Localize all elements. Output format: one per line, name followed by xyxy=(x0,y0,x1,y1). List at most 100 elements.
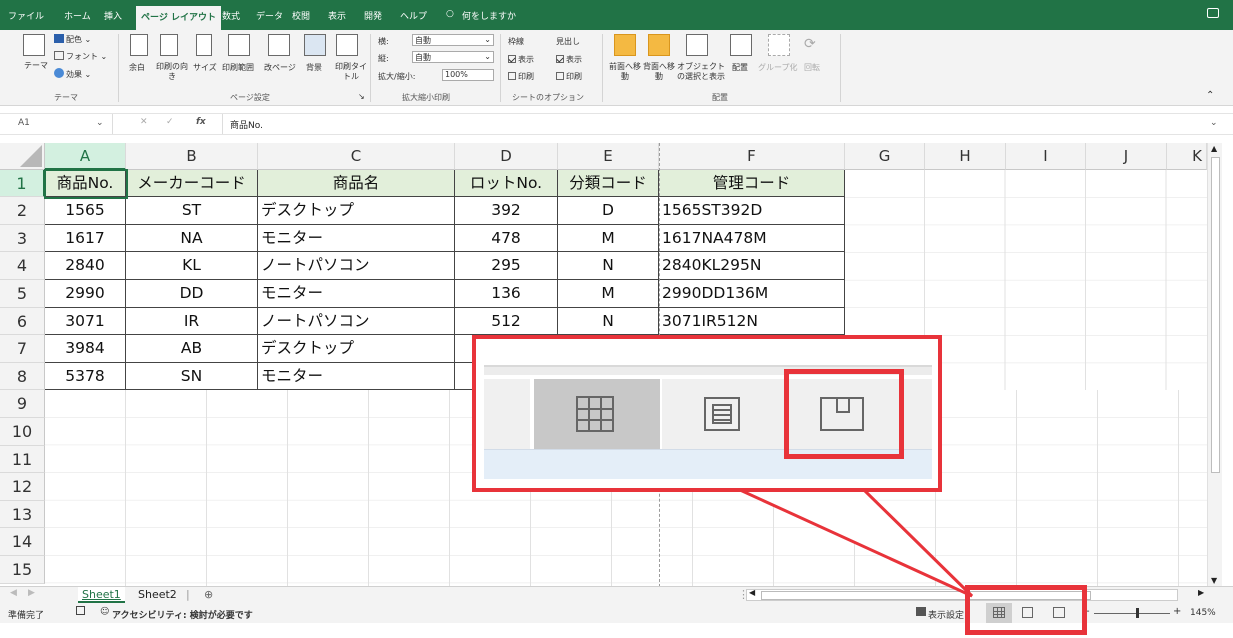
tab-help[interactable]: ヘルプ xyxy=(400,9,427,22)
column-header-i[interactable]: I xyxy=(1006,143,1086,170)
row-header[interactable]: 12 xyxy=(0,473,45,501)
table-cell[interactable]: 2990DD136M xyxy=(659,280,845,308)
dialog-launcher-icon[interactable]: ↘ xyxy=(358,92,365,101)
select-all-corner[interactable] xyxy=(0,143,45,170)
theme-icon[interactable] xyxy=(23,34,45,56)
scale-spinner[interactable]: 100% xyxy=(442,69,494,81)
row-header[interactable]: 10 xyxy=(0,418,45,446)
fonts-button[interactable]: フォント ⌄ xyxy=(54,51,107,62)
table-cell[interactable]: モニター xyxy=(258,363,455,390)
tab-home[interactable]: ホーム xyxy=(64,9,91,22)
table-cell[interactable]: デスクトップ xyxy=(258,197,455,225)
sheet-tab-sheet1[interactable]: Sheet1 xyxy=(78,587,125,603)
chevron-down-icon[interactable]: ⌄ xyxy=(96,118,104,128)
table-header-cell[interactable]: ロットNo. xyxy=(455,170,558,197)
selection-pane-icon[interactable] xyxy=(686,34,708,56)
scroll-up-icon[interactable]: ▲ xyxy=(1211,144,1217,153)
margins-button[interactable]: 余白 xyxy=(129,62,145,73)
height-select[interactable]: 自動 ⌄ xyxy=(412,51,494,63)
row-header[interactable]: 2 xyxy=(0,197,45,225)
zoom-slider-track[interactable] xyxy=(1094,613,1170,614)
column-header-e[interactable]: E xyxy=(558,143,659,170)
formula-input[interactable]: 商品No. xyxy=(230,118,263,131)
row-header[interactable]: 14 xyxy=(0,528,45,556)
row-header[interactable]: 4 xyxy=(0,252,45,280)
table-cell[interactable]: ノートパソコン xyxy=(258,308,455,335)
tab-page-layout[interactable]: ページ レイアウト xyxy=(136,6,221,30)
breaks-button[interactable]: 改ページ xyxy=(264,62,296,73)
margins-icon[interactable] xyxy=(130,34,148,56)
table-cell[interactable]: D xyxy=(558,197,659,225)
function-icon[interactable]: fx xyxy=(196,117,206,127)
display-settings-button[interactable]: 表示設定 xyxy=(928,608,964,621)
table-cell[interactable]: 136 xyxy=(455,280,558,308)
table-cell[interactable]: デスクトップ xyxy=(258,335,455,363)
print-area-icon[interactable] xyxy=(228,34,250,56)
column-header-f[interactable]: F xyxy=(659,143,845,170)
table-cell[interactable]: N xyxy=(558,308,659,335)
bring-forward-icon[interactable] xyxy=(614,34,636,56)
row-header[interactable]: 9 xyxy=(0,390,45,418)
column-header-c[interactable]: C xyxy=(258,143,455,170)
row-header[interactable]: 3 xyxy=(0,225,45,252)
table-header-cell[interactable]: 分類コード xyxy=(558,170,659,197)
table-cell[interactable]: 2840 xyxy=(45,252,126,280)
table-cell[interactable]: 1565 xyxy=(45,197,126,225)
send-backward-button[interactable]: 背面へ移動 xyxy=(642,62,676,82)
column-header-a[interactable]: A xyxy=(45,143,126,170)
zoom-level[interactable]: 145% xyxy=(1190,608,1216,618)
colors-button[interactable]: 配色 ⌄ xyxy=(54,34,91,45)
column-header-j[interactable]: J xyxy=(1086,143,1167,170)
table-cell[interactable]: 2840KL295N xyxy=(659,252,845,280)
accessibility-status[interactable]: アクセシビリティ: 検討が必要です xyxy=(112,608,253,621)
orientation-icon[interactable] xyxy=(160,34,178,56)
row-header[interactable]: 7 xyxy=(0,335,45,363)
table-cell[interactable]: 3071IR512N xyxy=(659,308,845,335)
table-cell[interactable]: 1617NA478M xyxy=(659,225,845,252)
table-header-cell[interactable]: 商品名 xyxy=(258,170,455,197)
themes-button[interactable]: テーマ xyxy=(24,60,48,71)
table-cell[interactable]: M xyxy=(558,225,659,252)
table-cell[interactable]: 3071 xyxy=(45,308,126,335)
column-header-d[interactable]: D xyxy=(455,143,558,170)
table-cell[interactable]: IR xyxy=(126,308,258,335)
tell-me-search[interactable]: 何をしますか xyxy=(462,9,516,22)
row-header[interactable]: 15 xyxy=(0,556,45,584)
tab-developer[interactable]: 開発 xyxy=(364,9,382,22)
send-backward-icon[interactable] xyxy=(648,34,670,56)
table-header-cell[interactable]: 管理コード xyxy=(659,170,845,197)
table-cell[interactable]: 392 xyxy=(455,197,558,225)
background-button[interactable]: 背景 xyxy=(306,62,322,73)
align-button[interactable]: 配置 xyxy=(732,62,748,73)
tab-data[interactable]: データ xyxy=(256,9,283,22)
size-button[interactable]: サイズ xyxy=(193,62,217,73)
headings-print-checkbox[interactable]: 印刷 xyxy=(556,71,582,82)
table-cell[interactable]: 512 xyxy=(455,308,558,335)
column-header-b[interactable]: B xyxy=(126,143,258,170)
table-cell[interactable]: AB xyxy=(126,335,258,363)
scroll-left-icon[interactable]: ◀ xyxy=(749,588,755,597)
name-box[interactable]: A1 xyxy=(18,118,30,128)
table-cell[interactable]: 1565ST392D xyxy=(659,197,845,225)
table-cell[interactable]: 2990 xyxy=(45,280,126,308)
orientation-button[interactable]: 印刷の向き xyxy=(155,62,189,82)
collapse-ribbon-icon[interactable]: ⌃ xyxy=(1206,90,1214,101)
expand-formula-icon[interactable]: ⌄ xyxy=(1210,118,1218,128)
effects-button[interactable]: 効果 ⌄ xyxy=(54,68,91,80)
scroll-right-icon[interactable]: ▶ xyxy=(1194,587,1208,603)
row-header[interactable]: 11 xyxy=(0,446,45,473)
bring-forward-button[interactable]: 前面へ移動 xyxy=(608,62,642,82)
scroll-down-icon[interactable]: ▼ xyxy=(1211,576,1217,585)
column-header-g[interactable]: G xyxy=(845,143,925,170)
breaks-icon[interactable] xyxy=(268,34,290,56)
prev-sheet-icon[interactable]: ◀ xyxy=(6,587,21,603)
print-titles-icon[interactable] xyxy=(336,34,358,56)
table-cell[interactable]: KL xyxy=(126,252,258,280)
row-header[interactable]: 5 xyxy=(0,280,45,308)
print-area-button[interactable]: 印刷範囲 xyxy=(222,62,254,73)
horizontal-scrollbar[interactable]: ◀ xyxy=(746,588,1178,601)
headings-view-checkbox[interactable]: 表示 xyxy=(556,54,582,65)
macro-record-icon[interactable] xyxy=(76,606,85,615)
table-cell[interactable]: SN xyxy=(126,363,258,390)
cancel-icon[interactable]: ✕ xyxy=(140,117,148,127)
